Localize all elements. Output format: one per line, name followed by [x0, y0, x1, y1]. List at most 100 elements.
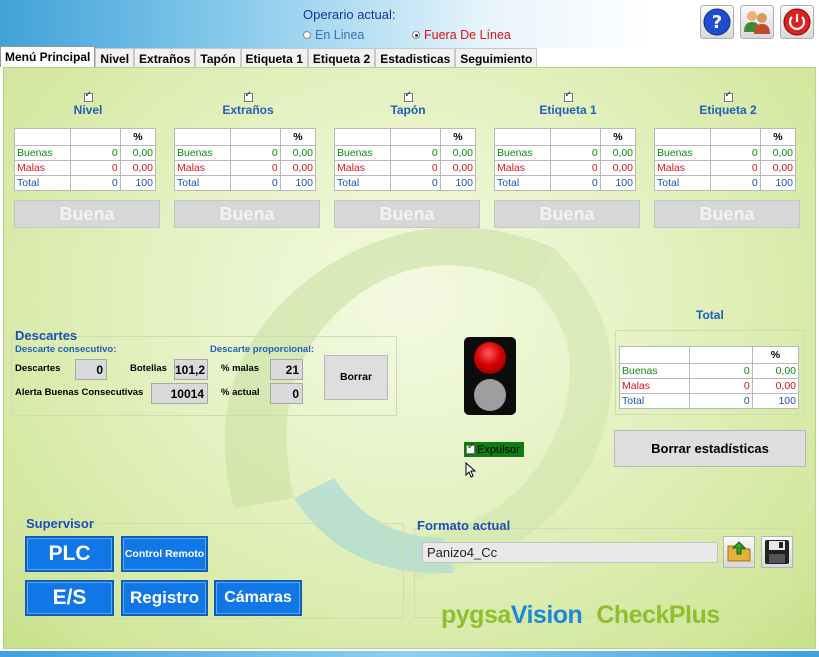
brand-logo: pygsaVision CheckPlus — [441, 601, 720, 630]
good-pct: 0,00 — [599, 145, 637, 161]
station-tapon-checkbox[interactable] — [403, 90, 413, 103]
total-label: Total — [334, 175, 391, 191]
good-value: 0 — [389, 145, 441, 161]
total-value: 0 — [69, 175, 121, 191]
status-button[interactable]: Buena — [174, 200, 320, 228]
station-etiqueta-2-checkbox[interactable] — [723, 90, 733, 103]
tab-seguimiento[interactable]: Seguimiento — [455, 48, 538, 67]
radio-online-dot[interactable] — [303, 31, 311, 39]
total-value: 0 — [709, 175, 761, 191]
total-pct: 100 — [751, 393, 800, 409]
tab-etiqueta-1[interactable]: Etiqueta 1 — [240, 48, 308, 67]
station-nivel-checkbox[interactable] — [83, 90, 93, 103]
actual-value[interactable]: 0 — [270, 383, 303, 404]
good-value: 0 — [709, 145, 761, 161]
bad-value: 0 — [709, 160, 761, 176]
borrar-estadisticas-button[interactable]: Borrar estadísticas — [614, 430, 806, 467]
good-pct: 0,00 — [279, 145, 317, 161]
station-extranos-checkbox[interactable] — [243, 90, 253, 103]
green-lamp-icon — [474, 379, 506, 411]
bad-label: Malas — [494, 160, 551, 176]
tab-tapon[interactable]: Tapón — [195, 48, 241, 67]
row-bad: Malas 0 0,00 — [14, 160, 157, 176]
control-remoto-button[interactable]: Control Remoto — [121, 536, 208, 572]
bad-label: Malas — [654, 160, 711, 176]
help-button[interactable]: ? — [700, 5, 734, 39]
status-button[interactable]: Buena — [654, 200, 800, 228]
svg-text:?: ? — [712, 12, 722, 33]
alerta-value[interactable]: 10014 — [151, 383, 208, 404]
station-title: Etiqueta 2 — [699, 103, 757, 117]
row-total: Total 0 100 — [334, 175, 477, 191]
status-button[interactable]: Buena — [494, 200, 640, 228]
good-pct: 0,00 — [751, 363, 800, 379]
power-button[interactable] — [780, 5, 814, 39]
camaras-button[interactable]: Cámaras — [214, 580, 302, 616]
radio-offline[interactable]: Fuera De Línea — [412, 28, 511, 42]
station-title: Nivel — [73, 103, 103, 117]
botellas-value[interactable]: 101,2 — [174, 359, 208, 380]
tab-estadisticas[interactable]: Estadisticas — [375, 48, 456, 67]
descartes-value[interactable]: 0 — [75, 359, 107, 380]
tab-etiqueta-2[interactable]: Etiqueta 2 — [307, 48, 376, 67]
expulsor-checkbox[interactable]: Expulsor — [464, 442, 524, 457]
row-total: Total 0 100 — [174, 175, 317, 191]
row-total: Total 0 100 — [14, 175, 157, 191]
malas-value[interactable]: 21 — [270, 359, 303, 380]
total-label: Total — [654, 175, 711, 191]
bad-pct: 0,00 — [279, 160, 317, 176]
good-label: Buenas — [334, 145, 391, 161]
total-stats-table: % Buenas 0 0,00 Malas 0 0,00 Total 0 100 — [618, 346, 800, 409]
save-icon — [765, 540, 789, 564]
formato-field[interactable]: Panizo4_Cc — [422, 542, 718, 563]
total-label: Total — [494, 175, 551, 191]
descarte-proporcional-label: Descarte proporcional: — [210, 344, 314, 355]
station-stats-table: % Buenas 0 0,00 Malas 0 0,00 Total 0 100 — [334, 128, 477, 191]
actual-label: % actual — [221, 387, 260, 398]
header-bar — [0, 0, 819, 48]
botellas-label: Botellas — [130, 363, 167, 374]
station-etiqueta-1-checkbox[interactable] — [563, 90, 573, 103]
good-pct: 0,00 — [119, 145, 157, 161]
registro-button[interactable]: Registro — [121, 580, 208, 616]
tab-menu-principal[interactable]: Menú Principal — [0, 46, 96, 67]
station-stats-table: % Buenas 0 0,00 Malas 0 0,00 Total 0 100 — [14, 128, 157, 191]
brand-part-2: Vision — [510, 601, 583, 629]
main-panel: Nivel % Buenas00,00 Malas00,00 Total0100… — [3, 67, 816, 649]
borrar-button[interactable]: Borrar — [324, 355, 388, 400]
plc-button[interactable]: PLC — [25, 536, 114, 572]
total-label: Total — [618, 393, 691, 409]
tab-bar: Menú Principal Nivel Extraños Tapón Etiq… — [0, 46, 538, 67]
total-table-wrap: % Buenas 0 0,00 Malas 0 0,00 Total 0 100 — [618, 346, 800, 409]
total-label: Total — [14, 175, 71, 191]
status-button[interactable]: Buena — [334, 200, 480, 228]
station-title: Extraños — [222, 103, 274, 117]
station-stats-table: % Buenas 0 0,00 Malas 0 0,00 Total 0 100 — [654, 128, 797, 191]
radio-online-label: En Linea — [315, 28, 365, 42]
station-etiqueta-1: Etiqueta 1 % Buenas00,00 Malas00,00 Tota… — [494, 90, 642, 228]
supervisor-title: Supervisor — [26, 516, 94, 531]
help-icon: ? — [703, 8, 731, 36]
row-good: Buenas 0 0,00 — [494, 145, 637, 161]
good-value: 0 — [549, 145, 601, 161]
row-total: Total 0 100 — [654, 175, 797, 191]
radio-offline-dot[interactable] — [412, 31, 420, 39]
folder-upload-icon — [727, 541, 751, 562]
pct-header: % — [751, 346, 800, 364]
es-button[interactable]: E/S — [25, 580, 114, 616]
tab-nivel[interactable]: Nivel — [95, 48, 135, 67]
tab-extranos[interactable]: Extraños — [134, 48, 196, 67]
status-button[interactable]: Buena — [14, 200, 160, 228]
bad-label: Malas — [618, 378, 691, 394]
expulsor-check-icon[interactable] — [466, 442, 475, 454]
radio-online[interactable]: En Linea — [303, 28, 364, 42]
users-icon — [744, 11, 770, 34]
total-pct: 100 — [119, 175, 157, 191]
load-format-button[interactable] — [723, 536, 755, 568]
bottom-strip — [0, 651, 819, 657]
good-label: Buenas — [174, 145, 231, 161]
total-pct: 100 — [759, 175, 797, 191]
good-label: Buenas — [654, 145, 711, 161]
users-button[interactable] — [740, 5, 774, 39]
save-format-button[interactable] — [761, 536, 793, 568]
